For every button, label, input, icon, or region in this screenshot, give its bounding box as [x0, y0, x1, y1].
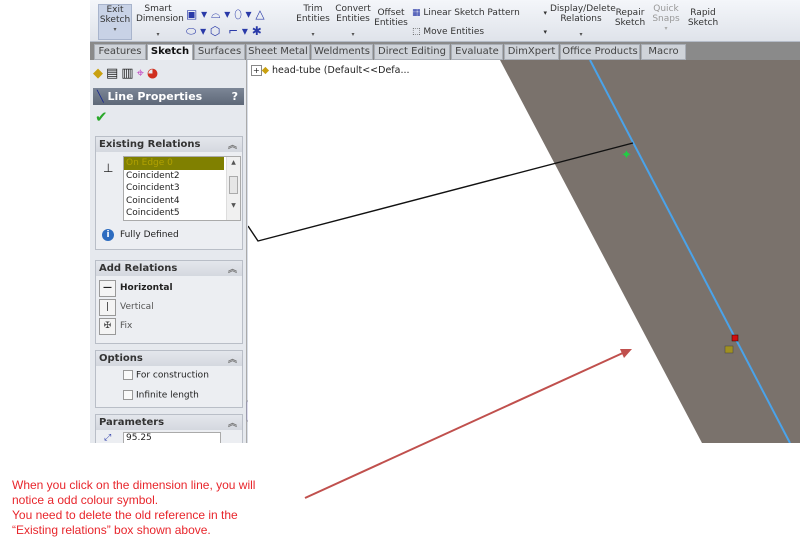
green-point-icon: ✦ [621, 148, 632, 163]
dimxpert-icon[interactable]: ⌖ [137, 66, 147, 81]
tab-macro[interactable]: Macro [641, 44, 686, 60]
list-item[interactable]: Coincident3 [124, 182, 240, 195]
display-manager-icon[interactable]: ◕ [147, 66, 161, 81]
command-tabs: Features Sketch Surfaces Sheet Metal Wel… [90, 42, 800, 60]
vertical-icon: | [99, 299, 116, 316]
collapse-icon[interactable]: ︽ [228, 138, 237, 151]
property-manager: ◆▤▥⌖◕ ╲ Line Properties? ✔ Existing Rela… [90, 60, 252, 443]
tab-surfaces[interactable]: Surfaces [194, 44, 245, 60]
relation-icon: ⊥ [103, 161, 114, 175]
add-relations-section: Add Relations ︽ — Horizontal | Vertical ✠ Fi… [95, 260, 243, 344]
solidworks-window: Exit Sketch ▾ Smart Dimension ▾ ▣ ▾ ⌓ ▾ ⬯ … [90, 0, 800, 443]
tab-sheet-metal[interactable]: Sheet Metal [246, 44, 310, 60]
ok-check-button[interactable]: ✔ [95, 108, 108, 126]
tab-direct-editing[interactable]: Direct Editing [374, 44, 450, 60]
tab-office-products[interactable]: Office Products [560, 44, 640, 60]
existing-relations-header[interactable]: Existing Relations ︽ [96, 137, 242, 152]
relations-list[interactable]: On Edge 0 Coincident2 Coincident3 Coinci… [123, 156, 241, 221]
collapse-icon[interactable]: ︽ [228, 352, 237, 365]
move-icon: ⬚ [412, 27, 421, 37]
expand-icon[interactable]: + [251, 65, 262, 76]
gray-plane [500, 60, 800, 443]
options-section: Options ︽ For construction Infinite lengt… [95, 350, 243, 408]
checkbox [123, 370, 133, 380]
annotation-note: When you click on the dimension line, yo… [12, 478, 256, 537]
line-icon: ╲ [97, 90, 104, 103]
trim-entities-button[interactable]: Trim Entities ▾ [294, 4, 332, 40]
exit-sketch-button[interactable]: Exit Sketch ▾ [98, 4, 132, 40]
fix-relation-button[interactable]: ✠ Fix [99, 318, 132, 335]
linear-sketch-pattern-button[interactable]: ▦ Linear Sketch Pattern ▾ [412, 8, 547, 18]
model-view[interactable]: ✦ [248, 60, 800, 443]
collapse-icon[interactable]: ︽ [228, 262, 237, 275]
list-item[interactable]: Coincident4 [124, 195, 240, 208]
panel-title-bar: ╲ Line Properties? [93, 88, 244, 105]
rapid-sketch-button[interactable]: Rapid Sketch [686, 8, 720, 28]
part-icon: ◆ [261, 65, 270, 76]
display-delete-relations-button[interactable]: Display/Delete Relations ▾ [550, 4, 616, 40]
move-entities-button[interactable]: ⬚ Move Entities ▾ [412, 27, 547, 37]
length-icon: ⤢ [104, 433, 112, 443]
list-item[interactable]: Coincident5 [124, 207, 240, 220]
odd-colour-relation-symbol[interactable] [724, 345, 734, 354]
fix-icon: ✠ [99, 318, 116, 335]
for-construction-checkbox[interactable]: For construction [123, 370, 209, 381]
configuration-icon[interactable]: ▥ [121, 66, 136, 81]
checkbox [123, 390, 133, 400]
vertical-relation-button[interactable]: | Vertical [99, 299, 154, 316]
repair-sketch-button[interactable]: Repair Sketch [614, 8, 646, 28]
tab-weldments[interactable]: Weldments [311, 44, 373, 60]
offset-entities-button[interactable]: Offset Entities [374, 8, 408, 28]
parameters-section: Parameters ︽ ⤢ 95.25 [95, 414, 243, 443]
tab-evaluate[interactable]: Evaluate [451, 44, 503, 60]
red-endpoint-marker[interactable] [731, 334, 739, 342]
status-row: i Fully Defined [102, 229, 179, 241]
feature-tree-icon[interactable]: ◆ [93, 66, 106, 81]
options-header[interactable]: Options ︽ [96, 351, 242, 366]
horizontal-icon: — [99, 280, 116, 297]
property-manager-icon[interactable]: ▤ [106, 66, 121, 81]
sketch-entities-icons[interactable]: ▣ ▾ ⌓ ▾ ⬯ ▾ △ ⬭ ▾ ⬡ ⌐ ▾ ✱ [186, 6, 286, 40]
convert-entities-button[interactable]: Convert Entities ▾ [334, 4, 372, 40]
help-button[interactable]: ? [232, 90, 238, 103]
list-item[interactable]: Coincident2 [124, 170, 240, 183]
pattern-icon: ▦ [412, 8, 421, 18]
list-scrollbar[interactable]: ▲ ▼ [226, 157, 240, 220]
add-relations-header[interactable]: Add Relations ︽ [96, 261, 242, 276]
length-input[interactable]: 95.25 [123, 432, 221, 443]
quick-snaps-button[interactable]: Quick Snaps ▾ [650, 4, 682, 34]
tab-dimxpert[interactable]: DimXpert [504, 44, 559, 60]
graphics-area[interactable]: ✦ + ◆ head-tube (Default<<Defa... [248, 60, 800, 443]
tab-sketch[interactable]: Sketch [147, 44, 193, 60]
list-item[interactable]: On Edge 0 [124, 157, 224, 170]
collapse-icon[interactable]: ︽ [228, 416, 237, 429]
command-manager: Exit Sketch ▾ Smart Dimension ▾ ▣ ▾ ⌓ ▾ ⬯ … [90, 0, 800, 42]
tab-features[interactable]: Features [94, 44, 146, 60]
manager-tabs[interactable]: ◆▤▥⌖◕ [93, 66, 161, 81]
infinite-length-checkbox[interactable]: Infinite length [123, 390, 199, 401]
smart-dimension-button[interactable]: Smart Dimension ▾ [136, 4, 184, 40]
horizontal-relation-button[interactable]: — Horizontal [99, 280, 173, 297]
info-icon: i [102, 229, 114, 241]
feature-tree-root[interactable]: + ◆ head-tube (Default<<Defa... [251, 65, 410, 76]
parameters-header[interactable]: Parameters ︽ [96, 415, 242, 430]
existing-relations-section: Existing Relations ︽ ⊥ On Edge 0 Coincide… [95, 136, 243, 250]
